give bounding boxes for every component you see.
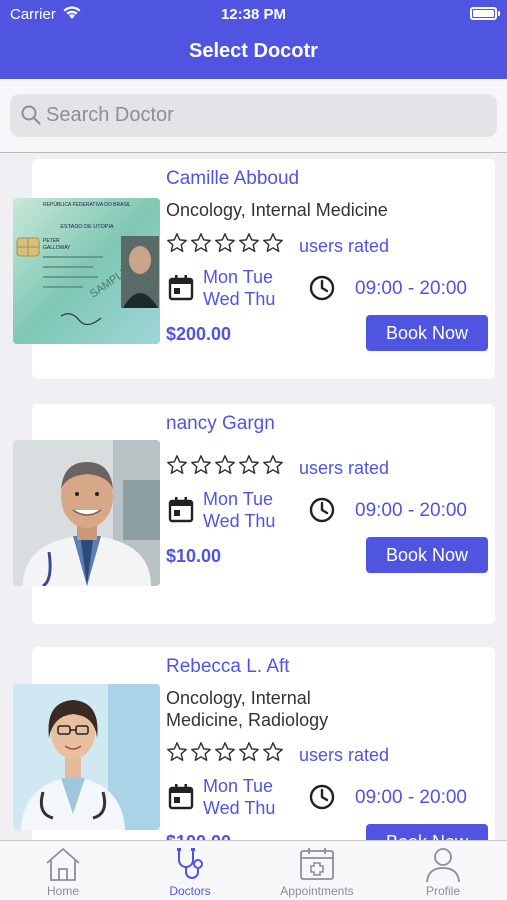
book-now-button[interactable]: Book Now: [366, 537, 488, 573]
rating-label: users rated: [299, 458, 390, 478]
consultation-price: $10.00: [166, 546, 222, 566]
status-time: 12:38 PM: [220, 6, 287, 23]
tab-profile[interactable]: Profile: [380, 841, 506, 900]
battery-icon: [470, 7, 500, 20]
id-card-line2: ESTADO DE UTOPIA: [60, 224, 114, 230]
tab-home-label: Home: [46, 884, 79, 898]
days-line-2: Wed Thu: [203, 289, 276, 309]
search-area: [0, 79, 507, 153]
available-days: Mon Tue Wed Thu: [203, 488, 275, 532]
tab-bar: Home Doctors Appointments Profile: [0, 840, 507, 900]
star-outline-icon: [167, 742, 187, 761]
doctor-info: nancy Gargn users rated Mon Tue Wed Thu …: [166, 413, 492, 613]
rating-label: users rated: [299, 236, 390, 256]
working-hours: 09:00 - 20:00: [355, 787, 467, 808]
doctor-photo: [13, 440, 160, 586]
clock-icon: [309, 497, 335, 523]
days-line-1: Mon Tue: [203, 267, 274, 287]
star-outline-icon: [215, 233, 235, 252]
id-card-line1: REPÚBLICA FEDERATIVA DO BRASIL: [43, 201, 131, 208]
id-card-name2: GALLOWAY: [43, 245, 71, 251]
tab-appointments-label: Appointments: [280, 884, 354, 898]
star-outline-icon: [167, 233, 187, 252]
available-days: Mon Tue Wed Thu: [203, 775, 275, 819]
calendar-icon: [168, 784, 194, 810]
search-input[interactable]: [46, 94, 486, 137]
days-line-2: Wed Thu: [203, 511, 276, 531]
nav-header: Carrier 12:38 PM Select Docotr: [0, 0, 507, 79]
doctor-photo: [13, 684, 160, 830]
doctor-list[interactable]: REPÚBLICA FEDERATIVA DO BRASIL ESTADO DE…: [0, 154, 507, 840]
rating-label: users rated: [299, 745, 390, 765]
doctor-specialty: Oncology, Internal Medicine: [166, 200, 388, 220]
star-outline-icon: [167, 455, 187, 474]
doctor-name[interactable]: Camille Abboud: [166, 168, 299, 190]
female-doctor-image: [13, 684, 160, 830]
star-outline-icon: [239, 742, 259, 761]
star-outline-icon: [239, 233, 259, 252]
rating-stars: [166, 454, 284, 476]
stethoscope-icon: [177, 848, 203, 879]
working-hours: 09:00 - 20:00: [355, 278, 467, 299]
id-card-image: REPÚBLICA FEDERATIVA DO BRASIL ESTADO DE…: [13, 198, 160, 344]
doctor-name[interactable]: nancy Gargn: [166, 413, 275, 435]
rating-stars: [166, 232, 284, 254]
search-icon: [21, 105, 41, 125]
star-outline-icon: [215, 742, 235, 761]
calendar-plus-icon: [300, 848, 334, 880]
star-outline-icon: [263, 742, 283, 761]
search-bar[interactable]: [10, 94, 497, 137]
doctor-specialty-continued: Medicine, Radiology: [166, 710, 329, 730]
clock-icon: [309, 275, 335, 301]
star-outline-icon: [263, 455, 283, 474]
available-days: Mon Tue Wed Thu: [203, 266, 275, 310]
doctor-photo: REPÚBLICA FEDERATIVA DO BRASIL ESTADO DE…: [13, 198, 160, 344]
days-line-1: Mon Tue: [203, 489, 274, 509]
calendar-icon: [168, 275, 194, 301]
status-bar: Carrier 12:38 PM: [0, 0, 507, 30]
consultation-price: $100.00: [166, 832, 231, 840]
book-now-button[interactable]: Book Now: [366, 824, 488, 840]
star-outline-icon: [191, 455, 211, 474]
book-now-button[interactable]: Book Now: [366, 315, 488, 351]
days-line-2: Wed Thu: [203, 798, 276, 818]
clock-icon: [309, 784, 335, 810]
page-title: Select Docotr: [189, 40, 318, 62]
tab-profile-label: Profile: [425, 884, 460, 898]
star-outline-icon: [191, 233, 211, 252]
working-hours: 09:00 - 20:00: [355, 500, 467, 521]
star-outline-icon: [239, 455, 259, 474]
person-icon: [426, 848, 460, 882]
tab-doctors[interactable]: Doctors: [127, 841, 253, 900]
star-outline-icon: [215, 455, 235, 474]
doctor-info: Camille Abboud Oncology, Internal Medici…: [166, 168, 492, 368]
tab-home[interactable]: Home: [0, 841, 126, 900]
home-icon: [46, 848, 80, 881]
doctor-name[interactable]: Rebecca L. Aft: [166, 656, 290, 678]
calendar-icon: [168, 497, 194, 523]
star-outline-icon: [191, 742, 211, 761]
doctor-specialty: Oncology, Internal: [166, 688, 311, 708]
id-card-name1: PETER: [43, 238, 60, 244]
tab-doctors-label: Doctors: [169, 884, 211, 898]
tab-appointments[interactable]: Appointments: [254, 841, 380, 900]
male-doctor-image: [13, 440, 160, 586]
doctor-info: Rebecca L. Aft Oncology, Internal Medici…: [166, 656, 492, 840]
star-outline-icon: [263, 233, 283, 252]
days-line-1: Mon Tue: [203, 776, 274, 796]
rating-stars: [166, 741, 284, 763]
consultation-price: $200.00: [166, 324, 232, 344]
